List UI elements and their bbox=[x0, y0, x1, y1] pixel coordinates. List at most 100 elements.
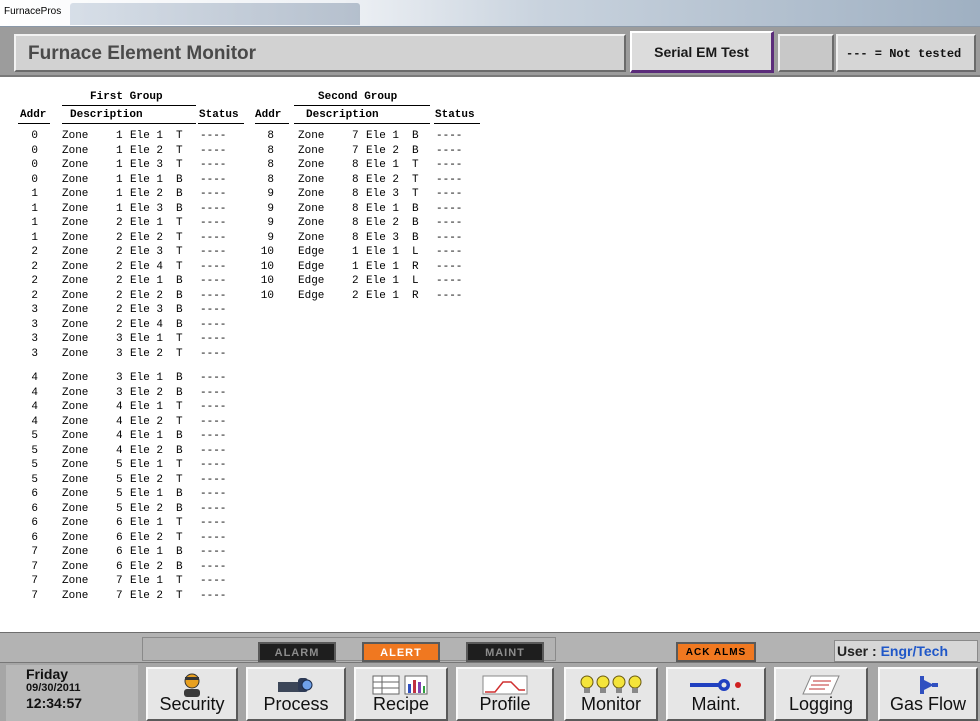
cell-number: 3 bbox=[116, 372, 123, 384]
cell-number: 2 bbox=[352, 289, 359, 302]
cell-element: Ele 2 bbox=[130, 502, 164, 515]
cell-element: Ele 1 bbox=[366, 289, 400, 302]
cell-element: Ele 2 bbox=[130, 560, 164, 573]
cell-addr: 9 bbox=[267, 217, 274, 229]
cell-type: Zone bbox=[298, 173, 325, 186]
cell-status: ---- bbox=[200, 386, 227, 399]
cell-type: Zone bbox=[62, 589, 89, 602]
user-label: User : bbox=[837, 643, 877, 659]
table-row: 4 Zone 4 Ele 2 T ---- bbox=[0, 415, 250, 430]
cell-type: Zone bbox=[62, 386, 89, 399]
table-row: 7 Zone 6 Ele 2 B ---- bbox=[0, 560, 250, 575]
bottom-navbar: Friday 09/30/2011 12:34:57 Security Proc… bbox=[0, 662, 980, 721]
cell-addr: 4 bbox=[31, 415, 38, 428]
table-row: 6 Zone 6 Ele 2 T ---- bbox=[0, 531, 250, 546]
table-row: 10 Edge 1 Ele 1 L ---- bbox=[0, 245, 490, 260]
cell-status: ---- bbox=[436, 144, 463, 157]
cell-number: 8 bbox=[352, 202, 359, 215]
ack-alarms-button[interactable]: ACK ALMS bbox=[676, 642, 756, 662]
table-row: 4 Zone 3 Ele 2 B ---- bbox=[0, 386, 250, 401]
page-title-box: Furnace Element Monitor bbox=[14, 34, 626, 72]
cell-type: Zone bbox=[62, 318, 89, 331]
cell-number: 3 bbox=[116, 347, 123, 360]
col-header-addr: Addr bbox=[20, 109, 47, 121]
cell-number: 5 bbox=[116, 473, 123, 486]
cell-status: ---- bbox=[436, 275, 463, 287]
cell-addr: 6 bbox=[31, 531, 38, 544]
table-row: 4 Zone 4 Ele 1 T ---- bbox=[0, 400, 250, 415]
cell-position: B bbox=[176, 318, 183, 331]
cell-number: 2 bbox=[352, 275, 359, 287]
cell-type: Zone bbox=[62, 517, 89, 529]
group-title: Second Group bbox=[318, 91, 398, 103]
cell-position: T bbox=[412, 173, 419, 186]
monitor-content: First Group Addr Description Status 0 Zon… bbox=[0, 79, 980, 632]
cell-position: T bbox=[176, 473, 183, 486]
table-row: 7 Zone 6 Ele 1 B ---- bbox=[0, 545, 250, 560]
cell-addr: 7 bbox=[31, 560, 38, 573]
cell-addr: 8 bbox=[267, 144, 274, 157]
cell-status: ---- bbox=[200, 415, 227, 428]
nav-recipe-button[interactable]: Recipe bbox=[354, 667, 448, 721]
col-header-description: Description bbox=[70, 109, 143, 121]
col-header-description: Description bbox=[306, 109, 379, 121]
cell-element: Ele 1 bbox=[366, 130, 400, 142]
table-row: 8 Zone 7 Ele 1 B ---- bbox=[0, 129, 490, 144]
cell-type: Zone bbox=[298, 144, 325, 157]
cell-element: Ele 3 bbox=[130, 304, 164, 316]
cell-type: Zone bbox=[62, 488, 89, 500]
cell-position: T bbox=[176, 575, 183, 587]
cell-element: Ele 1 bbox=[130, 459, 164, 471]
cell-number: 5 bbox=[116, 502, 123, 515]
cell-number: 4 bbox=[116, 401, 123, 413]
cell-element: Ele 1 bbox=[130, 546, 164, 558]
cell-type: Zone bbox=[298, 159, 325, 171]
addr-underline bbox=[18, 123, 50, 124]
nav-process-button[interactable]: Process bbox=[246, 667, 346, 721]
cell-number: 7 bbox=[116, 589, 123, 602]
nav-gas-flow-button[interactable]: Gas Flow bbox=[878, 667, 978, 721]
cell-element: Ele 1 bbox=[130, 333, 164, 345]
cell-position: B bbox=[412, 231, 419, 244]
cell-type: Edge bbox=[298, 260, 325, 273]
nav-monitor-button[interactable]: Monitor bbox=[564, 667, 658, 721]
cell-element: Ele 1 bbox=[130, 488, 164, 500]
cell-status: ---- bbox=[200, 546, 227, 558]
table-row: 7 Zone 7 Ele 1 T ---- bbox=[0, 574, 250, 589]
nav-logging-button[interactable]: Logging bbox=[774, 667, 868, 721]
cell-addr: 7 bbox=[31, 546, 38, 558]
cell-number: 6 bbox=[116, 560, 123, 573]
cell-addr: 7 bbox=[31, 575, 38, 587]
table-row: 5 Zone 5 Ele 1 T ---- bbox=[0, 458, 250, 473]
not-tested-legend: --- = Not tested bbox=[836, 34, 976, 72]
cell-type: Zone bbox=[62, 401, 89, 413]
cell-type: Zone bbox=[62, 304, 89, 316]
cell-position: T bbox=[176, 531, 183, 544]
cell-addr: 5 bbox=[31, 444, 38, 457]
status-underline bbox=[434, 123, 480, 124]
cell-position: T bbox=[412, 188, 419, 200]
cell-number: 7 bbox=[116, 575, 123, 587]
cell-element: Ele 1 bbox=[130, 401, 164, 413]
nav-profile-button[interactable]: Profile bbox=[456, 667, 554, 721]
cell-number: 8 bbox=[352, 217, 359, 229]
cell-number: 4 bbox=[116, 415, 123, 428]
cell-type: Zone bbox=[62, 415, 89, 428]
cell-number: 2 bbox=[116, 318, 123, 331]
table-row: 7 Zone 7 Ele 2 T ---- bbox=[0, 589, 250, 604]
serial-em-test-button[interactable]: Serial EM Test bbox=[630, 31, 774, 73]
cell-position: T bbox=[176, 401, 183, 413]
cell-position: B bbox=[412, 144, 419, 157]
cell-type: Zone bbox=[62, 546, 89, 558]
cell-type: Zone bbox=[298, 202, 325, 215]
page-header: Furnace Element Monitor Serial EM Test -… bbox=[0, 27, 980, 77]
cell-addr: 4 bbox=[31, 386, 38, 399]
nav-security-button[interactable]: Security bbox=[146, 667, 238, 721]
nav-maint-button[interactable]: Maint. bbox=[666, 667, 766, 721]
cell-position: B bbox=[412, 217, 419, 229]
table-row: 9 Zone 8 Ele 3 B ---- bbox=[0, 231, 490, 246]
cell-element: Ele 3 bbox=[366, 188, 400, 200]
table-row: 6 Zone 5 Ele 2 B ---- bbox=[0, 502, 250, 517]
cell-number: 6 bbox=[116, 531, 123, 544]
cell-type: Zone bbox=[62, 531, 89, 544]
